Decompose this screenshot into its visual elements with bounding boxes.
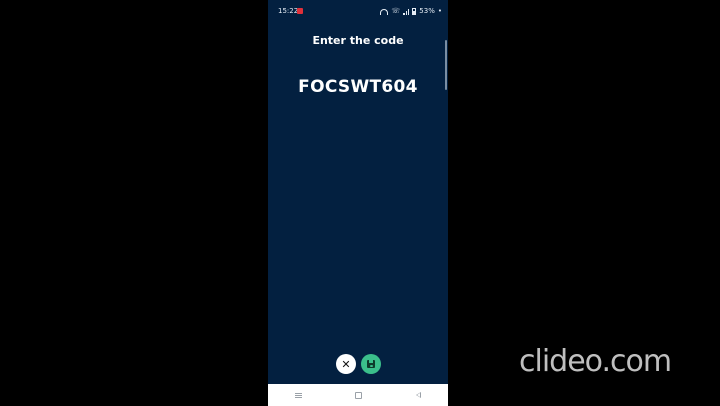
save-icon <box>367 360 375 368</box>
battery-percent: 53% <box>419 7 435 15</box>
status-icons: ☏ 53% • <box>380 0 442 22</box>
signal-icon <box>403 8 410 15</box>
code-display: FOCSWT604 <box>298 77 418 97</box>
status-bar: 15:22 ☏ 53% • <box>268 0 448 22</box>
navigation-bar <box>268 384 448 406</box>
phone-screen: 15:22 ☏ 53% • Enter the code FOCSWT604 ✕ <box>268 0 448 406</box>
watermark-logo: clideo.com <box>519 344 672 379</box>
page-title: Enter the code <box>312 34 404 47</box>
close-icon: ✕ <box>341 357 351 371</box>
back-icon[interactable] <box>416 392 422 398</box>
call-icon: ☏ <box>391 7 401 15</box>
close-button[interactable]: ✕ <box>336 354 356 374</box>
dot-icon: • <box>437 7 442 15</box>
notification-app-icon <box>297 8 303 14</box>
recents-icon[interactable] <box>294 392 302 398</box>
battery-icon <box>412 7 417 15</box>
status-time: 15:22 <box>278 7 299 15</box>
save-button[interactable] <box>361 354 381 374</box>
wifi-icon <box>380 9 389 15</box>
home-icon[interactable] <box>355 391 363 399</box>
